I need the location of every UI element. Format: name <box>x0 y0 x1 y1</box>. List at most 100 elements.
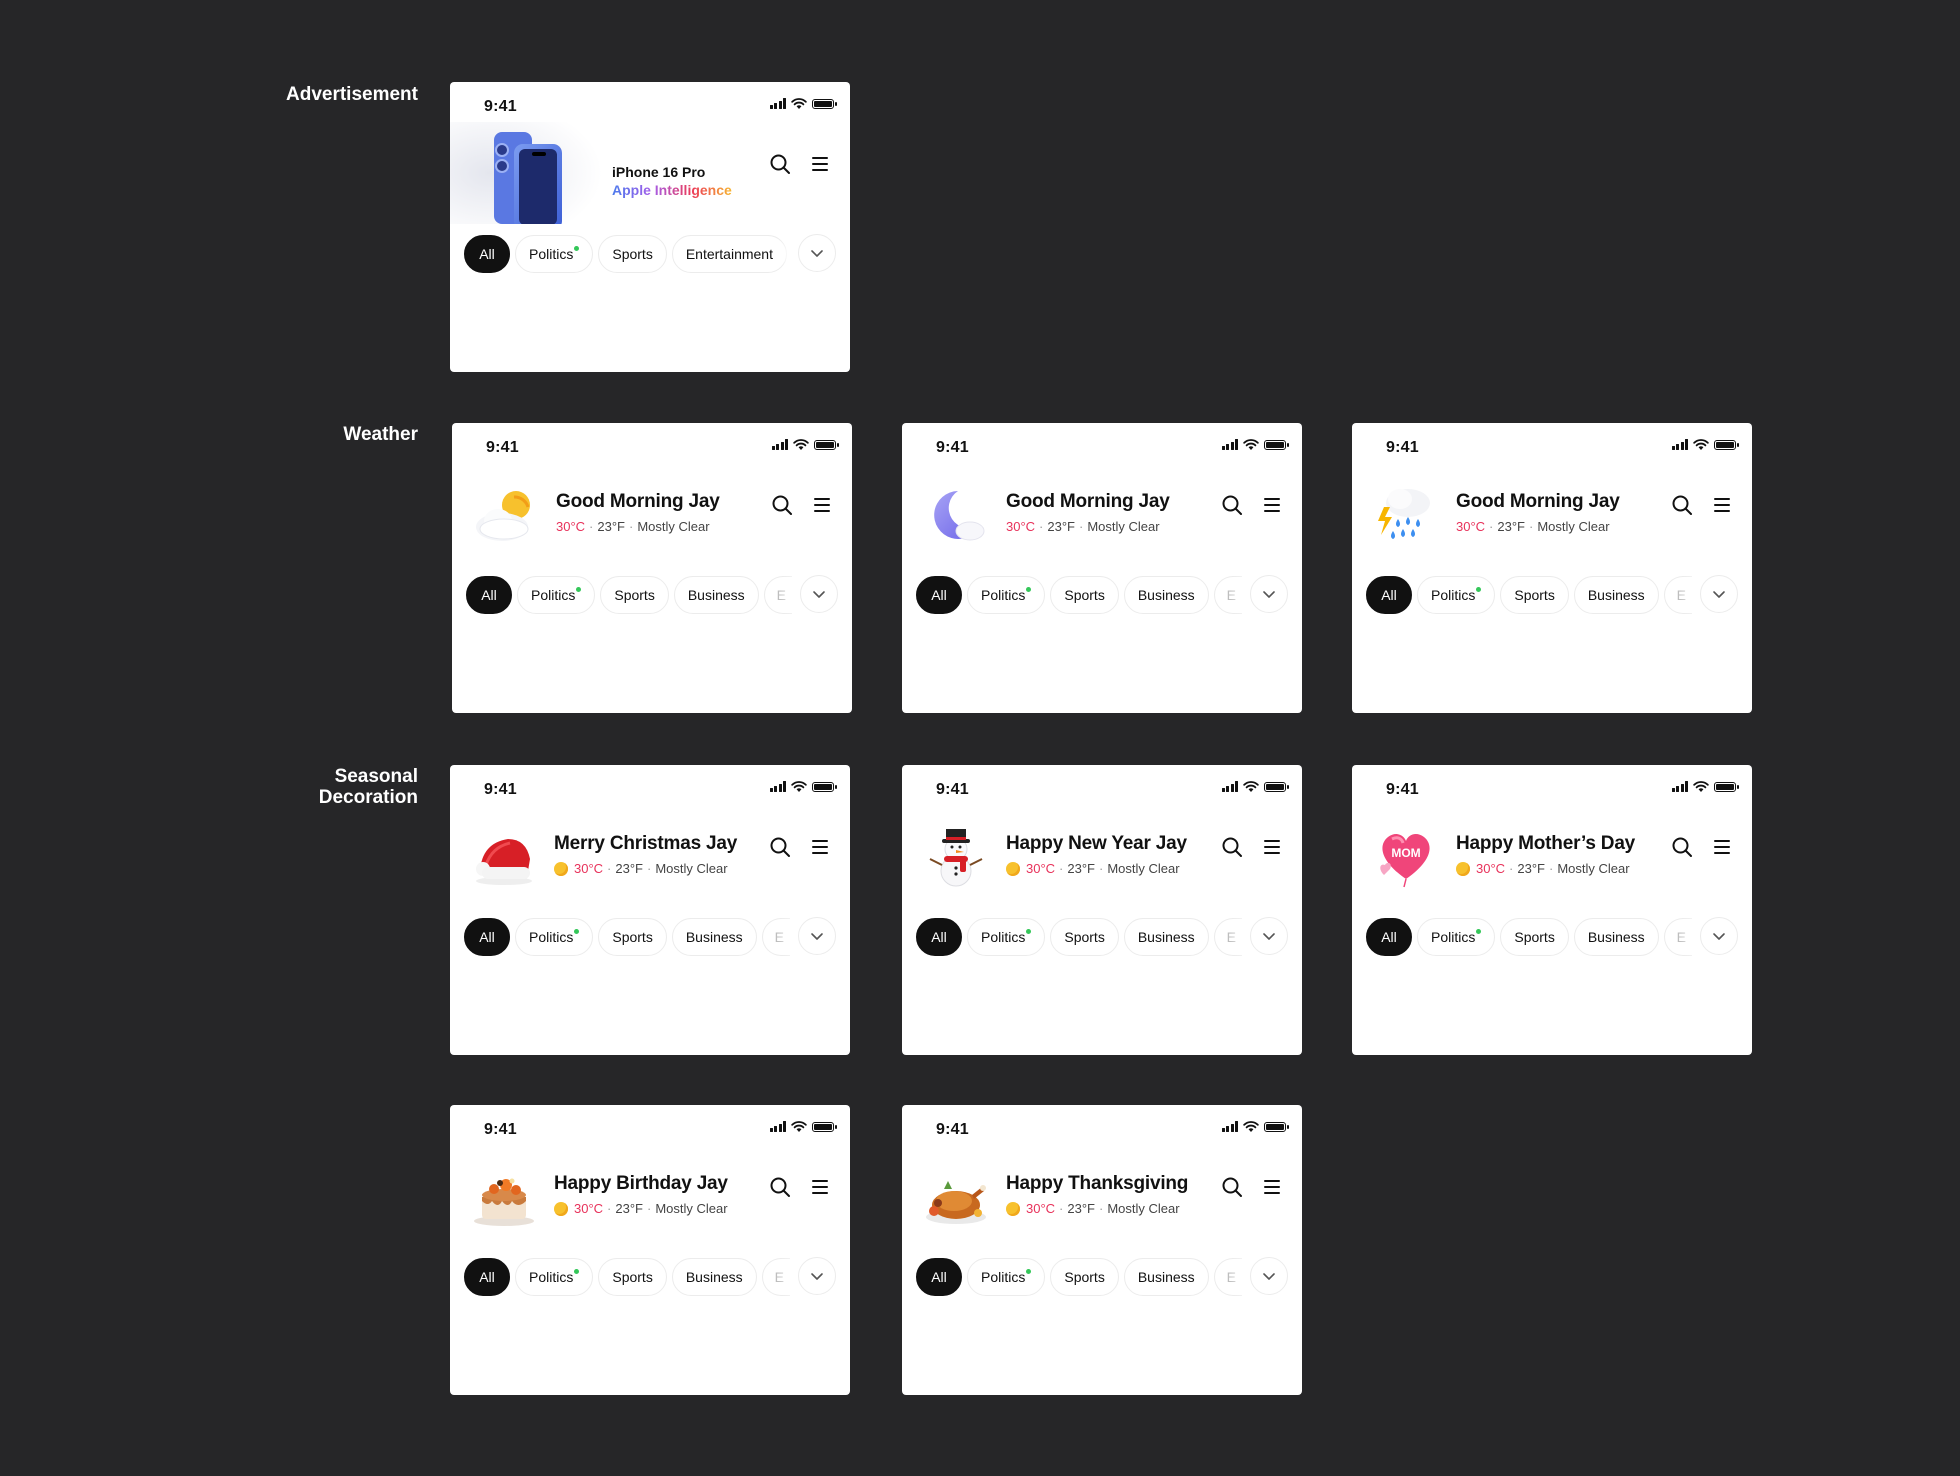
battery-icon <box>1264 1121 1289 1132</box>
chip-all[interactable]: All <box>1366 918 1412 956</box>
new-dot-icon <box>574 245 580 251</box>
chip-all[interactable]: All <box>916 1258 962 1296</box>
chip-business[interactable]: Business <box>1123 1258 1209 1296</box>
temp-celsius: 30°C <box>1476 861 1506 876</box>
separator-dot: · <box>1099 861 1104 876</box>
chip-business[interactable]: Business <box>1123 576 1209 614</box>
menu-button[interactable] <box>1712 495 1732 515</box>
battery-icon <box>812 98 837 109</box>
menu-button[interactable] <box>810 837 830 857</box>
chip-entertainment-partial[interactable]: E <box>761 1258 790 1296</box>
chip-entertainment-partial[interactable]: E <box>763 576 792 614</box>
menu-button[interactable] <box>810 154 830 174</box>
ad-banner[interactable] <box>450 122 770 230</box>
chip-label: Politics <box>1431 587 1476 603</box>
category-chips: All Politics Sports Business E <box>916 1257 1242 1297</box>
chip-politics[interactable]: Politics <box>967 918 1046 956</box>
menu-button[interactable] <box>1712 837 1732 857</box>
separator-dot: · <box>1549 861 1554 876</box>
new-dot-icon <box>576 586 582 592</box>
menu-button[interactable] <box>1262 1177 1282 1197</box>
chip-sports[interactable]: Sports <box>598 918 667 956</box>
chip-politics[interactable]: Politics <box>515 1258 594 1296</box>
chip-business[interactable]: Business <box>671 918 757 956</box>
search-button[interactable] <box>1220 835 1244 859</box>
hamburger-icon <box>812 1180 828 1194</box>
chip-entertainment-partial[interactable]: E <box>1663 576 1692 614</box>
chip-sports[interactable]: Sports <box>1500 918 1569 956</box>
more-categories-button[interactable] <box>798 1257 836 1295</box>
chip-label: Politics <box>981 587 1026 603</box>
chip-all[interactable]: All <box>916 918 962 956</box>
chip-politics[interactable]: Politics <box>1417 918 1496 956</box>
chip-sports[interactable]: Sports <box>1500 576 1569 614</box>
new-dot-icon <box>574 928 580 934</box>
chip-entertainment-partial[interactable]: E <box>1213 1258 1242 1296</box>
search-button[interactable] <box>768 835 792 859</box>
search-button[interactable] <box>768 152 792 176</box>
search-button[interactable] <box>770 493 794 517</box>
category-chips: All Politics Sports Business E <box>466 575 792 615</box>
chevron-down-icon <box>811 250 823 257</box>
chip-politics[interactable]: Politics <box>517 576 596 614</box>
search-button[interactable] <box>1220 493 1244 517</box>
status-icons <box>769 98 837 109</box>
separator-dot: · <box>629 519 634 534</box>
chip-sports[interactable]: Sports <box>600 576 669 614</box>
chip-politics[interactable]: Politics <box>967 1258 1046 1296</box>
more-categories-button[interactable] <box>798 234 836 272</box>
more-categories-button[interactable] <box>800 575 838 613</box>
battery-icon <box>812 1121 837 1132</box>
chip-all[interactable]: All <box>916 576 962 614</box>
weather-condition: Mostly Clear <box>1537 519 1610 534</box>
more-categories-button[interactable] <box>1250 575 1288 613</box>
chip-politics[interactable]: Politics <box>515 235 594 273</box>
separator-dot: · <box>607 1201 612 1216</box>
chip-all[interactable]: All <box>464 1258 510 1296</box>
more-categories-button[interactable] <box>1700 575 1738 613</box>
chip-sports[interactable]: Sports <box>598 1258 667 1296</box>
chip-all[interactable]: All <box>464 918 510 956</box>
chip-entertainment-partial[interactable]: E <box>761 918 790 956</box>
chip-all[interactable]: All <box>1366 576 1412 614</box>
chip-sports[interactable]: Sports <box>1050 576 1119 614</box>
chip-entertainment-partial[interactable]: E <box>1213 918 1242 956</box>
search-button[interactable] <box>1670 835 1694 859</box>
search-icon <box>1672 837 1692 857</box>
sun-icon <box>1006 1201 1020 1216</box>
status-icons <box>769 1121 837 1132</box>
search-button[interactable] <box>1670 493 1694 517</box>
chip-sports[interactable]: Sports <box>1050 1258 1119 1296</box>
search-button[interactable] <box>1220 1175 1244 1199</box>
temp-fahrenheit: 23°F <box>615 1201 643 1216</box>
menu-button[interactable] <box>810 1177 830 1197</box>
chip-business[interactable]: Business <box>673 576 759 614</box>
chip-sports[interactable]: Sports <box>1050 918 1119 956</box>
chip-business[interactable]: Business <box>671 1258 757 1296</box>
menu-button[interactable] <box>1262 837 1282 857</box>
chip-sports[interactable]: Sports <box>598 235 667 273</box>
more-categories-button[interactable] <box>1250 917 1288 955</box>
status-icons <box>1671 781 1739 792</box>
search-button[interactable] <box>768 1175 792 1199</box>
chip-entertainment-partial[interactable]: E <box>1213 576 1242 614</box>
more-categories-button[interactable] <box>798 917 836 955</box>
chip-all[interactable]: All <box>466 576 512 614</box>
chip-politics[interactable]: Politics <box>1417 576 1496 614</box>
chip-business[interactable]: Business <box>1123 918 1209 956</box>
chip-politics[interactable]: Politics <box>967 576 1046 614</box>
chip-all[interactable]: All <box>464 235 510 273</box>
more-categories-button[interactable] <box>1700 917 1738 955</box>
card-new-year: 9:41 Happy New Year Jay 30°C · 23°F · Mo… <box>902 765 1302 1055</box>
chip-entertainment-partial[interactable]: E <box>1663 918 1692 956</box>
chip-business[interactable]: Business <box>1573 918 1659 956</box>
more-categories-button[interactable] <box>1250 1257 1288 1295</box>
chip-entertainment[interactable]: Entertainment <box>671 235 787 273</box>
chip-politics[interactable]: Politics <box>515 918 594 956</box>
menu-button[interactable] <box>812 495 832 515</box>
menu-button[interactable] <box>1262 495 1282 515</box>
chip-business[interactable]: Business <box>1573 576 1659 614</box>
signal-icon <box>1221 1121 1238 1132</box>
separator-dot: · <box>589 519 594 534</box>
sun-icon <box>1006 861 1020 876</box>
